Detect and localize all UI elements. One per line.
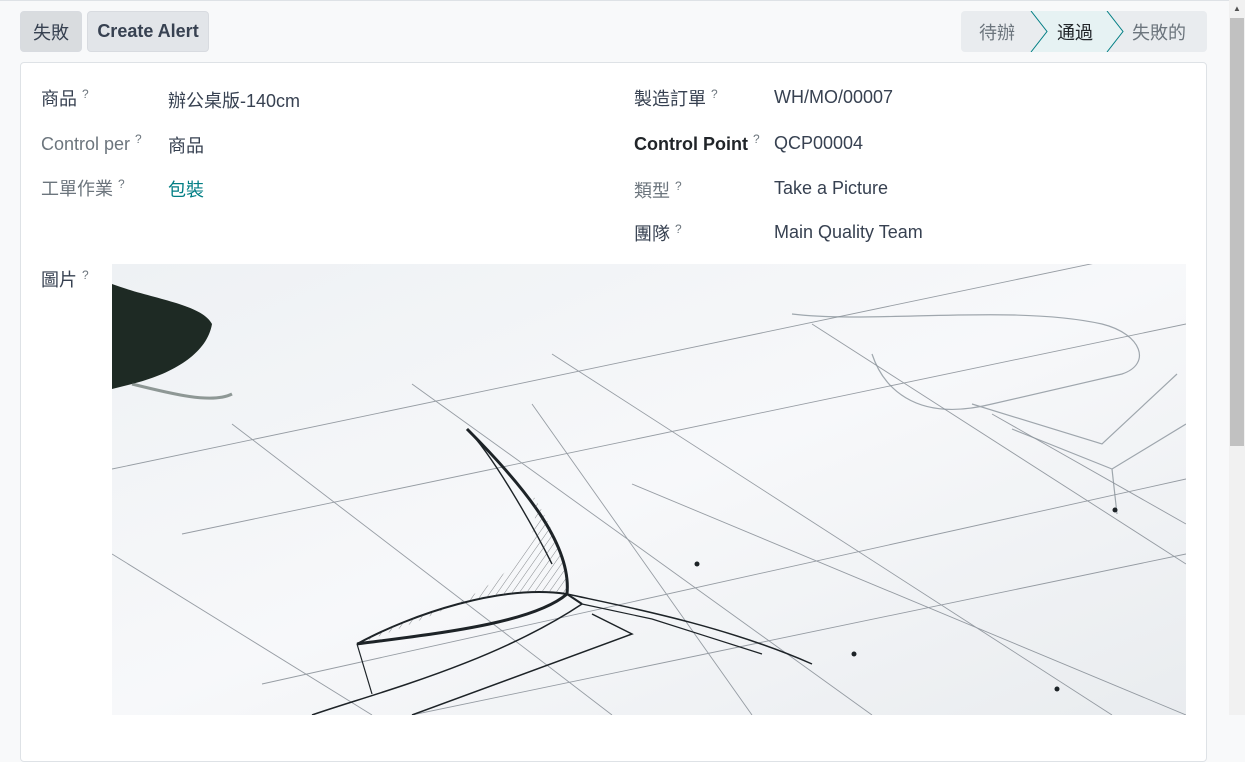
control-point-value[interactable]: QCP00004 <box>774 133 863 154</box>
sketch-image <box>112 264 1186 715</box>
manufacturing-order-value[interactable]: WH/MO/00007 <box>774 87 893 108</box>
quality-check-picture[interactable] <box>112 264 1186 715</box>
control-per-value[interactable]: 商品 <box>168 132 204 158</box>
fail-button[interactable]: 失敗 <box>20 11 82 52</box>
operation-link[interactable]: 包裝 <box>168 176 204 202</box>
picture-label: 圖片? <box>41 268 89 290</box>
product-label: 商品? <box>41 87 89 109</box>
control-point-label: Control Point? <box>634 132 760 154</box>
type-value[interactable]: Take a Picture <box>774 178 888 199</box>
control-per-help-icon[interactable]: ? <box>135 132 142 146</box>
type-help-icon[interactable]: ? <box>675 179 682 193</box>
top-border <box>0 0 1245 1</box>
manufacturing-order-label: 製造訂單? <box>634 87 718 109</box>
control-point-help-icon[interactable]: ? <box>753 132 760 146</box>
status-stage-failed[interactable]: 失敗的 <box>1119 11 1199 52</box>
control-per-label: Control per? <box>41 132 142 154</box>
product-help-icon[interactable]: ? <box>82 87 89 101</box>
product-value[interactable]: 辦公桌版-140cm <box>168 87 300 113</box>
operation-help-icon[interactable]: ? <box>118 177 125 191</box>
type-label: 類型? <box>634 179 682 201</box>
status-bar: 待辦 通過 失敗的 <box>961 11 1207 52</box>
scroll-up-icon[interactable]: ▲ <box>1229 0 1245 16</box>
status-stage-todo[interactable]: 待辦 <box>961 11 1033 52</box>
scrollbar-thumb[interactable] <box>1230 18 1244 446</box>
operation-label: 工單作業? <box>41 177 125 199</box>
team-help-icon[interactable]: ? <box>675 222 682 236</box>
status-stage-pass[interactable]: 通過 <box>1039 11 1111 52</box>
manufacturing-order-help-icon[interactable]: ? <box>711 87 718 101</box>
picture-help-icon[interactable]: ? <box>82 268 89 282</box>
team-value[interactable]: Main Quality Team <box>774 222 923 243</box>
team-label: 團隊? <box>634 222 682 244</box>
create-alert-button[interactable]: Create Alert <box>87 11 209 52</box>
